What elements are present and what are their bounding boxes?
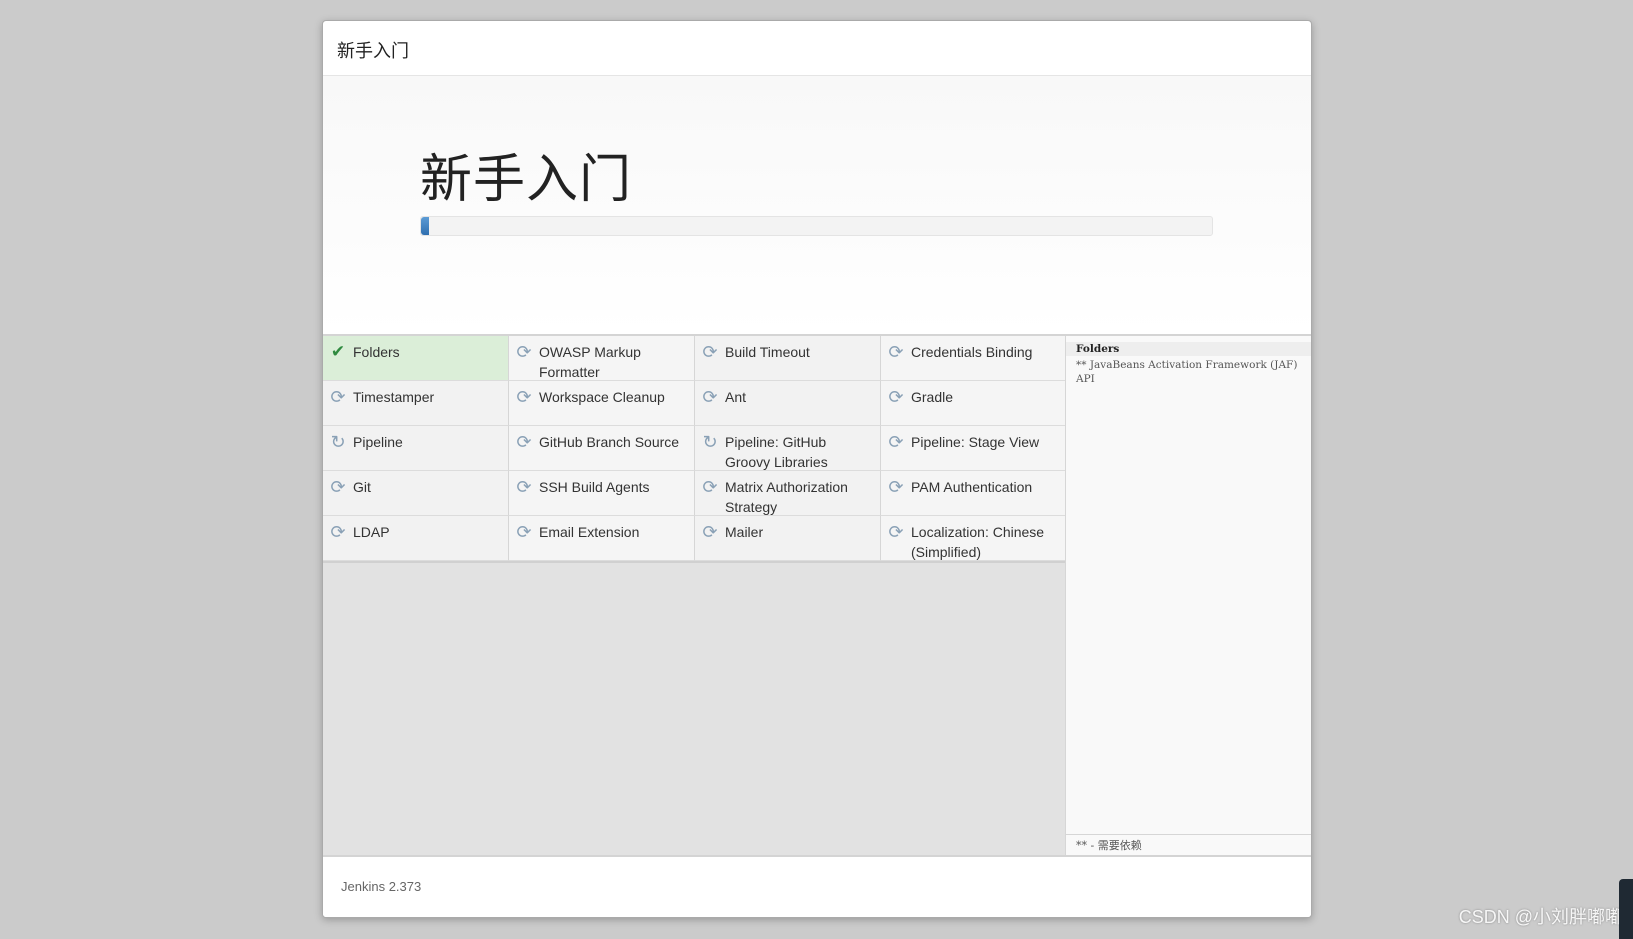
plugin-item: ⟳ PAM Authentication bbox=[881, 471, 1066, 516]
spinner-icon: ↻ bbox=[702, 432, 718, 452]
refresh-icon: ⟳ bbox=[888, 342, 904, 362]
plugin-item: ⟳ Email Extension bbox=[509, 516, 695, 561]
plugin-name: Folders bbox=[353, 344, 400, 360]
install-log: Folders ** JavaBeans Activation Framewor… bbox=[1066, 336, 1311, 392]
refresh-icon: ⟳ bbox=[702, 522, 718, 542]
plugin-item: ⟳ Pipeline: Stage View bbox=[881, 426, 1066, 471]
plugin-grid: ✔ Folders ⟳ OWASP Markup Formatter ⟳ Build Ti… bbox=[323, 336, 1066, 563]
dialog-title: 新手入门 bbox=[337, 41, 409, 61]
plugin-name: LDAP bbox=[353, 524, 390, 540]
refresh-icon: ⟳ bbox=[888, 522, 904, 542]
plugin-item: ↻ Pipeline bbox=[323, 426, 509, 471]
log-title: Folders bbox=[1066, 342, 1311, 356]
install-progress-fill bbox=[421, 217, 429, 235]
plugin-name: Pipeline: Stage View bbox=[911, 434, 1040, 450]
plugin-item: ⟳ Ant bbox=[695, 381, 881, 426]
refresh-icon: ⟳ bbox=[702, 477, 718, 497]
spinner-icon: ↻ bbox=[330, 432, 346, 452]
plugin-name: Email Extension bbox=[539, 524, 640, 540]
plugin-item: ⟳ Timestamper bbox=[323, 381, 509, 426]
refresh-icon: ⟳ bbox=[516, 477, 532, 497]
refresh-icon: ⟳ bbox=[888, 432, 904, 452]
plugin-list-panel: ✔ Folders ⟳ OWASP Markup Formatter ⟳ Build Ti… bbox=[323, 336, 1066, 858]
refresh-icon: ⟳ bbox=[516, 432, 532, 452]
plugin-item: ⟳ SSH Build Agents bbox=[509, 471, 695, 516]
csdn-watermark: CSDN @小刘胖嘟嘟 bbox=[1458, 907, 1623, 927]
refresh-icon: ⟳ bbox=[888, 477, 904, 497]
plugin-item: ⟳ Gradle bbox=[881, 381, 1066, 426]
floating-edge-widget[interactable] bbox=[1619, 879, 1633, 939]
plugin-name: Timestamper bbox=[353, 389, 435, 405]
refresh-icon: ⟳ bbox=[702, 387, 718, 407]
check-icon: ✔ bbox=[330, 342, 346, 361]
hero-section: 新手入门 bbox=[323, 76, 1311, 336]
plugin-name: Git bbox=[353, 479, 371, 495]
plugin-item: ⟳ Git bbox=[323, 471, 509, 516]
refresh-icon: ⟳ bbox=[702, 342, 718, 362]
hero-title: 新手入门 bbox=[420, 151, 633, 209]
dialog-footer: Jenkins 2.373 bbox=[323, 855, 1311, 917]
plugin-item: ⟳ Build Timeout bbox=[695, 336, 881, 381]
plugin-name: SSH Build Agents bbox=[539, 479, 650, 495]
refresh-icon: ⟳ bbox=[330, 477, 346, 497]
jenkins-version: Jenkins 2.373 bbox=[341, 879, 422, 894]
refresh-icon: ⟳ bbox=[330, 522, 346, 542]
refresh-icon: ⟳ bbox=[516, 387, 532, 407]
plugin-name: OWASP Markup Formatter bbox=[539, 344, 641, 380]
plugin-name: Pipeline: GitHub Groovy Libraries bbox=[725, 434, 828, 470]
refresh-icon: ⟳ bbox=[516, 342, 532, 362]
plugin-name: Localization: Chinese (Simplified) bbox=[911, 524, 1045, 560]
plugin-item: ✔ Folders bbox=[323, 336, 509, 381]
setup-wizard-dialog: 新手入门 新手入门 ✔ Folders ⟳ OWASP Markup Formatte… bbox=[322, 20, 1312, 918]
plugin-item: ↻ Pipeline: GitHub Groovy Libraries bbox=[695, 426, 881, 471]
plugin-item: ⟳ LDAP bbox=[323, 516, 509, 561]
plugin-name: Workspace Cleanup bbox=[539, 389, 665, 405]
log-line: ** JavaBeans Activation Framework (JAF) … bbox=[1076, 359, 1298, 385]
dialog-header: 新手入门 bbox=[323, 21, 1311, 76]
plugin-name: Mailer bbox=[725, 524, 764, 540]
plugin-item: ⟳ OWASP Markup Formatter bbox=[509, 336, 695, 381]
plugin-item: ⟳ Matrix Authorization Strategy bbox=[695, 471, 881, 516]
plugin-name: Build Timeout bbox=[725, 344, 810, 360]
install-log-panel[interactable]: Folders ** JavaBeans Activation Framewor… bbox=[1065, 336, 1311, 858]
plugin-name: Gradle bbox=[911, 389, 954, 405]
refresh-icon: ⟳ bbox=[888, 387, 904, 407]
plugin-item: ⟳ Workspace Cleanup bbox=[509, 381, 695, 426]
plugin-name: Pipeline bbox=[353, 434, 403, 450]
plugin-name: Credentials Binding bbox=[911, 344, 1033, 360]
plugin-name: Matrix Authorization Strategy bbox=[725, 479, 848, 515]
plugin-item: ⟳ Localization: Chinese (Simplified) bbox=[881, 516, 1066, 561]
install-body: ✔ Folders ⟳ OWASP Markup Formatter ⟳ Build Ti… bbox=[323, 336, 1311, 858]
install-progress-bar bbox=[420, 216, 1213, 236]
plugin-name: PAM Authentication bbox=[911, 479, 1033, 495]
refresh-icon: ⟳ bbox=[516, 522, 532, 542]
plugin-item: ⟳ GitHub Branch Source bbox=[509, 426, 695, 471]
plugin-item: ⟳ Mailer bbox=[695, 516, 881, 561]
plugin-name: GitHub Branch Source bbox=[539, 434, 680, 450]
plugin-name: Ant bbox=[725, 389, 747, 405]
plugin-item: ⟳ Credentials Binding bbox=[881, 336, 1066, 381]
refresh-icon: ⟳ bbox=[330, 387, 346, 407]
